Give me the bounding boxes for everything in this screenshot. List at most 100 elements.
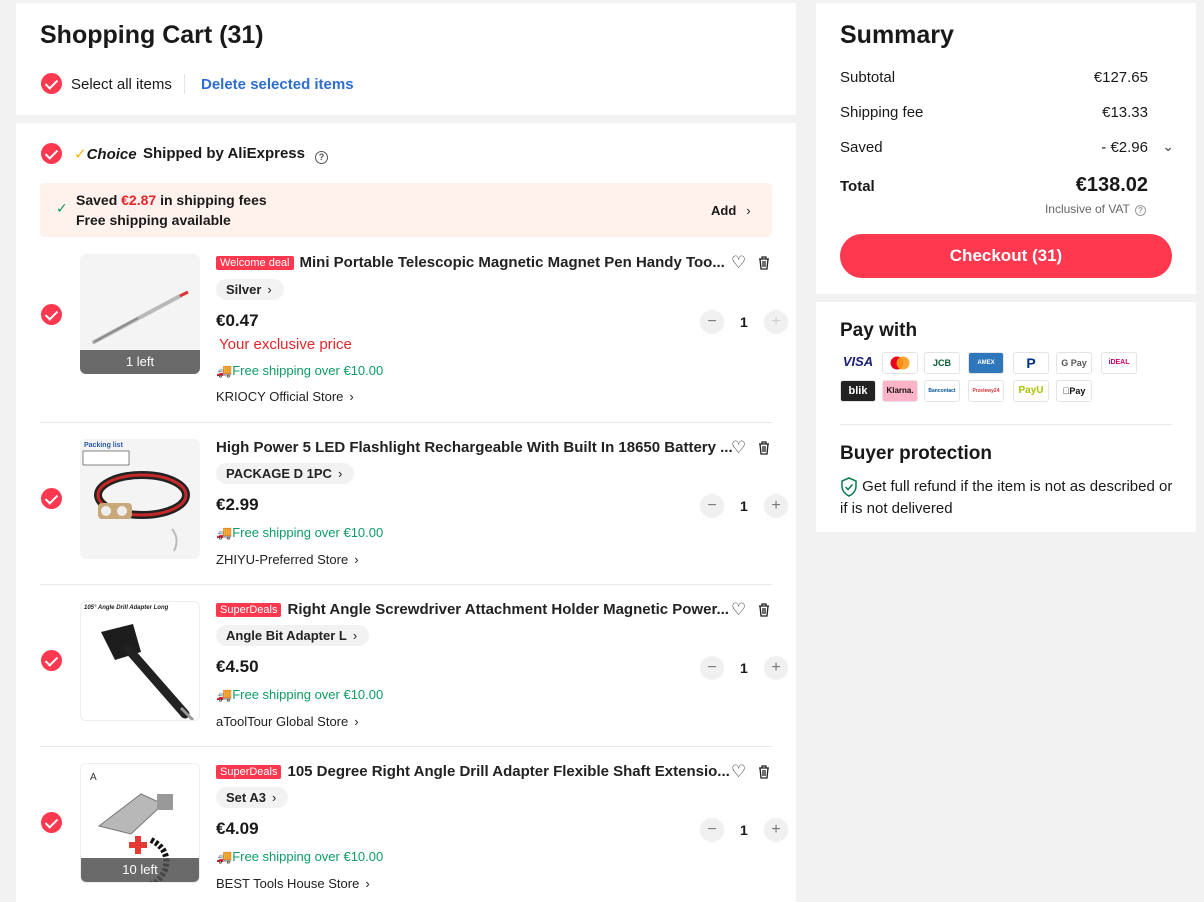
store-link[interactable]: aToolTour Global Store › — [216, 714, 359, 729]
item-checkbox[interactable] — [41, 304, 62, 325]
free-shipping-note: 🚚Free shipping over €10.00 — [216, 363, 384, 378]
item-checkbox[interactable] — [41, 650, 62, 671]
deal-badge: Welcome deal — [216, 255, 294, 270]
product-image[interactable]: 105° Angle Drill Adapter Long — [80, 601, 200, 721]
packing-list-label: Packing list — [84, 442, 124, 449]
truck-icon: 🚚 — [216, 849, 233, 864]
item-title-row[interactable]: SuperDeals Right Angle Screwdriver Attach… — [216, 601, 729, 619]
select-all-label[interactable]: Select all items — [71, 76, 172, 93]
jcb-icon: JCB — [924, 352, 960, 374]
item-checkbox[interactable] — [41, 488, 62, 509]
apple-pay-icon: Pay — [1056, 380, 1092, 402]
deal-badge: SuperDeals — [216, 602, 282, 617]
variant-label: PACKAGE D 1PC — [226, 466, 332, 481]
quantity-value[interactable]: 1 — [740, 822, 748, 838]
quantity-value[interactable]: 1 — [740, 660, 748, 676]
stock-badge: 10 left — [81, 858, 199, 882]
add-button[interactable]: Add › — [711, 203, 751, 218]
paypal-icon: P — [1013, 352, 1049, 374]
chevron-right-icon: › — [354, 714, 359, 729]
truck-icon: 🚚 — [216, 363, 233, 378]
item-title-row[interactable]: Welcome deal Mini Portable Telescopic Mag… — [216, 254, 725, 272]
blik-icon: blik — [840, 380, 876, 402]
ideal-icon: iDEAL — [1101, 352, 1137, 374]
order-summary: Summary Subtotal €127.65 Shipping fee €1… — [816, 3, 1196, 294]
increase-qty-button[interactable]: + — [764, 656, 788, 680]
help-icon[interactable]: ? — [1135, 205, 1146, 216]
bancontact-icon: Bancontact — [924, 380, 960, 402]
wishlist-heart-icon[interactable]: ♡ — [731, 254, 746, 271]
chevron-right-icon: › — [349, 389, 354, 404]
decrease-qty-button[interactable]: − — [700, 818, 724, 842]
trash-icon[interactable] — [758, 765, 770, 779]
image-caption: 105° Angle Drill Adapter Long — [84, 605, 169, 611]
variant-selector[interactable]: Set A3 › — [216, 787, 289, 808]
item-checkbox[interactable] — [41, 812, 62, 833]
payment-panel: Pay with VISA JCB AMEX P G Pay iDEAL bli… — [816, 302, 1196, 532]
cart-item: A 10 left SuperDeals 105 Degree Right Ang… — [40, 747, 788, 902]
cart-group-choice: ✓Choice Shipped by AliExpress ? ✓ Saved … — [16, 123, 796, 902]
item-title[interactable]: 105 Degree Right Angle Drill Adapter Fle… — [287, 763, 729, 780]
item-title[interactable]: Mini Portable Telescopic Magnetic Magnet… — [300, 254, 725, 271]
delete-selected-button[interactable]: Delete selected items — [201, 76, 354, 93]
choice-badge: ✓Choice — [74, 145, 137, 164]
increase-qty-button[interactable]: + — [764, 310, 788, 334]
chevron-right-icon: › — [365, 876, 370, 891]
product-image[interactable]: Packing list — [80, 439, 200, 559]
free-shipping-note: 🚚Free shipping over €10.00 — [216, 687, 384, 702]
summary-title: Summary — [840, 21, 954, 49]
quantity-value[interactable]: 1 — [740, 498, 748, 514]
decrease-qty-button[interactable]: − — [700, 494, 724, 518]
image-caption: A — [90, 772, 97, 783]
product-image[interactable]: 1 left — [80, 254, 200, 374]
mastercard-icon — [882, 352, 918, 374]
cart-item: 105° Angle Drill Adapter Long SuperDeals… — [40, 585, 788, 747]
item-title[interactable]: Right Angle Screwdriver Attachment Holde… — [287, 601, 728, 618]
increase-qty-button[interactable]: + — [764, 818, 788, 842]
store-link[interactable]: KRIOCY Official Store › — [216, 389, 354, 404]
variant-selector[interactable]: Angle Bit Adapter L › — [216, 625, 370, 646]
trash-icon[interactable] — [758, 441, 770, 455]
item-title[interactable]: High Power 5 LED Flashlight Rechargeable… — [216, 439, 733, 456]
buyer-protection-title: Buyer protection — [840, 443, 993, 464]
przelewy24-icon: Przelewy24 — [968, 380, 1004, 402]
shield-check-icon — [841, 477, 857, 497]
free-shipping-note: 🚚Free shipping over €10.00 — [216, 525, 384, 540]
wishlist-heart-icon[interactable]: ♡ — [731, 439, 746, 456]
variant-selector[interactable]: PACKAGE D 1PC › — [216, 463, 355, 484]
shipped-by-label: Shipped by AliExpress — [143, 145, 305, 162]
item-price: €4.50 — [216, 657, 259, 676]
buyer-protection-text: Get full refund if the item is not as de… — [840, 477, 1173, 517]
decrease-qty-button[interactable]: − — [700, 310, 724, 334]
trash-icon[interactable] — [758, 603, 770, 617]
visa-icon: VISA — [840, 352, 876, 374]
chevron-down-icon[interactable]: ⌄ — [1162, 138, 1174, 155]
chevron-right-icon: › — [337, 466, 343, 481]
cart-header: Shopping Cart (31) Select all items Dele… — [16, 3, 796, 115]
store-link[interactable]: BEST Tools House Store › — [216, 876, 370, 891]
truck-icon: 🚚 — [216, 525, 233, 540]
deal-badge: SuperDeals — [216, 764, 282, 779]
decrease-qty-button[interactable]: − — [700, 656, 724, 680]
free-shipping-note: 🚚Free shipping over €10.00 — [216, 849, 384, 864]
help-icon[interactable]: ? — [315, 147, 328, 165]
google-pay-icon: G Pay — [1056, 352, 1092, 374]
store-link[interactable]: ZHIYU-Preferred Store › — [216, 552, 359, 567]
pay-with-title: Pay with — [840, 320, 918, 341]
increase-qty-button[interactable]: + — [764, 494, 788, 518]
trash-icon[interactable] — [758, 256, 770, 270]
checkout-button[interactable]: Checkout (31) — [840, 234, 1172, 278]
select-all-checkbox[interactable] — [41, 73, 62, 94]
shipping-label: Shipping fee — [840, 104, 924, 121]
item-title-row[interactable]: SuperDeals 105 Degree Right Angle Drill A… — [216, 763, 730, 781]
variant-selector[interactable]: Silver › — [216, 279, 284, 300]
group-select-checkbox[interactable] — [41, 143, 62, 164]
truck-icon: 🚚 — [216, 687, 233, 702]
chevron-right-icon: › — [352, 628, 358, 643]
product-image[interactable]: A 10 left — [80, 763, 200, 883]
wishlist-heart-icon[interactable]: ♡ — [731, 601, 746, 618]
wishlist-heart-icon[interactable]: ♡ — [731, 763, 746, 780]
vat-note: Inclusive of VAT ? — [1045, 202, 1146, 216]
item-price: €2.99 — [216, 495, 259, 514]
quantity-value[interactable]: 1 — [740, 314, 748, 330]
